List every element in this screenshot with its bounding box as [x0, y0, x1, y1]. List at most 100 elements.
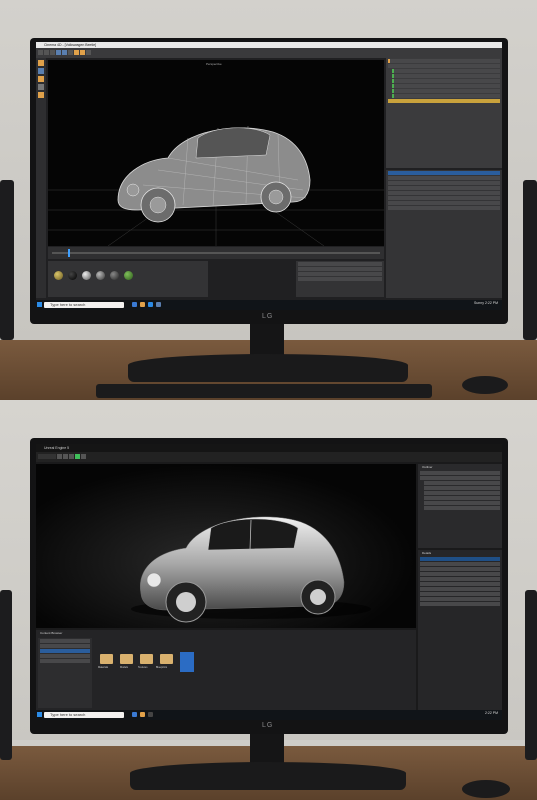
details-row[interactable] [420, 582, 500, 586]
coordinates-panel[interactable] [296, 261, 384, 297]
tool-icon[interactable] [38, 84, 44, 90]
object-row[interactable] [392, 89, 500, 93]
outliner-row[interactable] [424, 481, 500, 485]
material-swatch[interactable] [54, 271, 63, 280]
tree-row[interactable] [40, 649, 90, 653]
toolbar-button[interactable] [38, 454, 56, 459]
play-button[interactable] [75, 454, 80, 459]
attribute-row[interactable] [388, 186, 500, 190]
object-row[interactable] [392, 69, 500, 73]
toolbar-button[interactable] [63, 454, 68, 459]
toolbar-button[interactable] [69, 454, 74, 459]
taskbar-search-input[interactable]: Type here to search [44, 302, 124, 308]
tree-row[interactable] [40, 654, 90, 658]
coord-row[interactable] [298, 272, 382, 276]
tool-icon[interactable] [38, 92, 44, 98]
toolbar-button[interactable] [57, 454, 62, 459]
material-swatch[interactable] [82, 271, 91, 280]
tree-row[interactable] [40, 659, 90, 663]
outliner-panel[interactable]: Outliner [418, 464, 502, 548]
outliner-row[interactable] [424, 486, 500, 490]
object-manager[interactable] [386, 58, 502, 168]
material-manager[interactable] [48, 261, 208, 297]
outliner-row[interactable] [424, 496, 500, 500]
object-row[interactable] [388, 99, 500, 103]
taskbar-app-icon[interactable] [132, 712, 137, 717]
attribute-row[interactable] [388, 181, 500, 185]
3d-viewport[interactable]: Perspective [48, 60, 384, 246]
attribute-row[interactable] [388, 191, 500, 195]
details-row[interactable] [420, 567, 500, 571]
tool-icon[interactable] [38, 68, 44, 74]
object-row[interactable] [392, 79, 500, 83]
material-swatch[interactable] [68, 271, 77, 280]
attribute-row[interactable] [388, 196, 500, 200]
outliner-row[interactable] [424, 501, 500, 505]
details-row[interactable] [420, 602, 500, 606]
details-row[interactable] [420, 562, 500, 566]
toolbar-button[interactable] [81, 454, 86, 459]
timeline[interactable] [48, 247, 384, 259]
content-browser[interactable]: Content Browser Materials Models Texture… [36, 630, 416, 710]
windows-start-icon[interactable] [37, 302, 42, 307]
toolbar-button[interactable] [86, 50, 91, 55]
taskbar-app-icon[interactable] [148, 302, 153, 307]
attribute-manager[interactable] [386, 170, 502, 298]
toolbar-button[interactable] [38, 50, 43, 55]
left-tool-palette[interactable] [36, 58, 46, 298]
coord-row[interactable] [298, 267, 382, 271]
toolbar[interactable] [36, 48, 502, 58]
material-swatch[interactable] [110, 271, 119, 280]
coord-row[interactable] [298, 277, 382, 281]
folder-icon[interactable] [120, 654, 133, 664]
material-swatch[interactable] [124, 271, 133, 280]
object-row[interactable] [388, 64, 500, 68]
taskbar-app-icon[interactable] [140, 712, 145, 717]
outliner-row[interactable] [424, 506, 500, 510]
toolbar-button[interactable] [74, 50, 79, 55]
outliner-row[interactable] [420, 471, 500, 475]
object-row[interactable] [392, 74, 500, 78]
windows-start-icon[interactable] [37, 712, 42, 717]
attribute-row[interactable] [388, 201, 500, 205]
tree-row[interactable] [40, 644, 90, 648]
details-row[interactable] [420, 577, 500, 581]
toolbar-button[interactable] [62, 50, 67, 55]
taskbar-search-input[interactable]: Type here to search [44, 712, 124, 718]
folder-icon[interactable] [140, 654, 153, 664]
details-row[interactable] [420, 557, 500, 561]
coord-row[interactable] [298, 262, 382, 266]
material-swatch[interactable] [96, 271, 105, 280]
taskbar-app-icon[interactable] [132, 302, 137, 307]
folder-tree[interactable] [38, 638, 92, 708]
3d-viewport[interactable] [36, 464, 416, 628]
folder-icon[interactable] [100, 654, 113, 664]
taskbar-app-icon[interactable] [156, 302, 161, 307]
object-row[interactable] [392, 84, 500, 88]
tool-icon[interactable] [38, 60, 44, 66]
selected-asset[interactable] [180, 652, 194, 672]
taskbar-app-icon[interactable] [148, 712, 153, 717]
details-row[interactable] [420, 587, 500, 591]
details-row[interactable] [420, 592, 500, 596]
folder-icon[interactable] [160, 654, 173, 664]
playhead[interactable] [68, 249, 70, 257]
toolbar[interactable] [36, 452, 502, 462]
attribute-tab-row[interactable] [388, 171, 500, 175]
attribute-row[interactable] [388, 206, 500, 210]
toolbar-button[interactable] [80, 50, 85, 55]
details-panel[interactable]: Details [418, 550, 502, 710]
details-row[interactable] [420, 572, 500, 576]
taskbar-app-icon[interactable] [140, 302, 145, 307]
object-row[interactable] [388, 59, 500, 63]
toolbar-button[interactable] [56, 50, 61, 55]
outliner-row[interactable] [420, 476, 500, 480]
toolbar-button[interactable] [50, 50, 55, 55]
details-row[interactable] [420, 597, 500, 601]
tool-icon[interactable] [38, 76, 44, 82]
object-row[interactable] [392, 94, 500, 98]
outliner-row[interactable] [424, 491, 500, 495]
tree-row[interactable] [40, 639, 90, 643]
toolbar-button[interactable] [44, 50, 49, 55]
attribute-row[interactable] [388, 176, 500, 180]
